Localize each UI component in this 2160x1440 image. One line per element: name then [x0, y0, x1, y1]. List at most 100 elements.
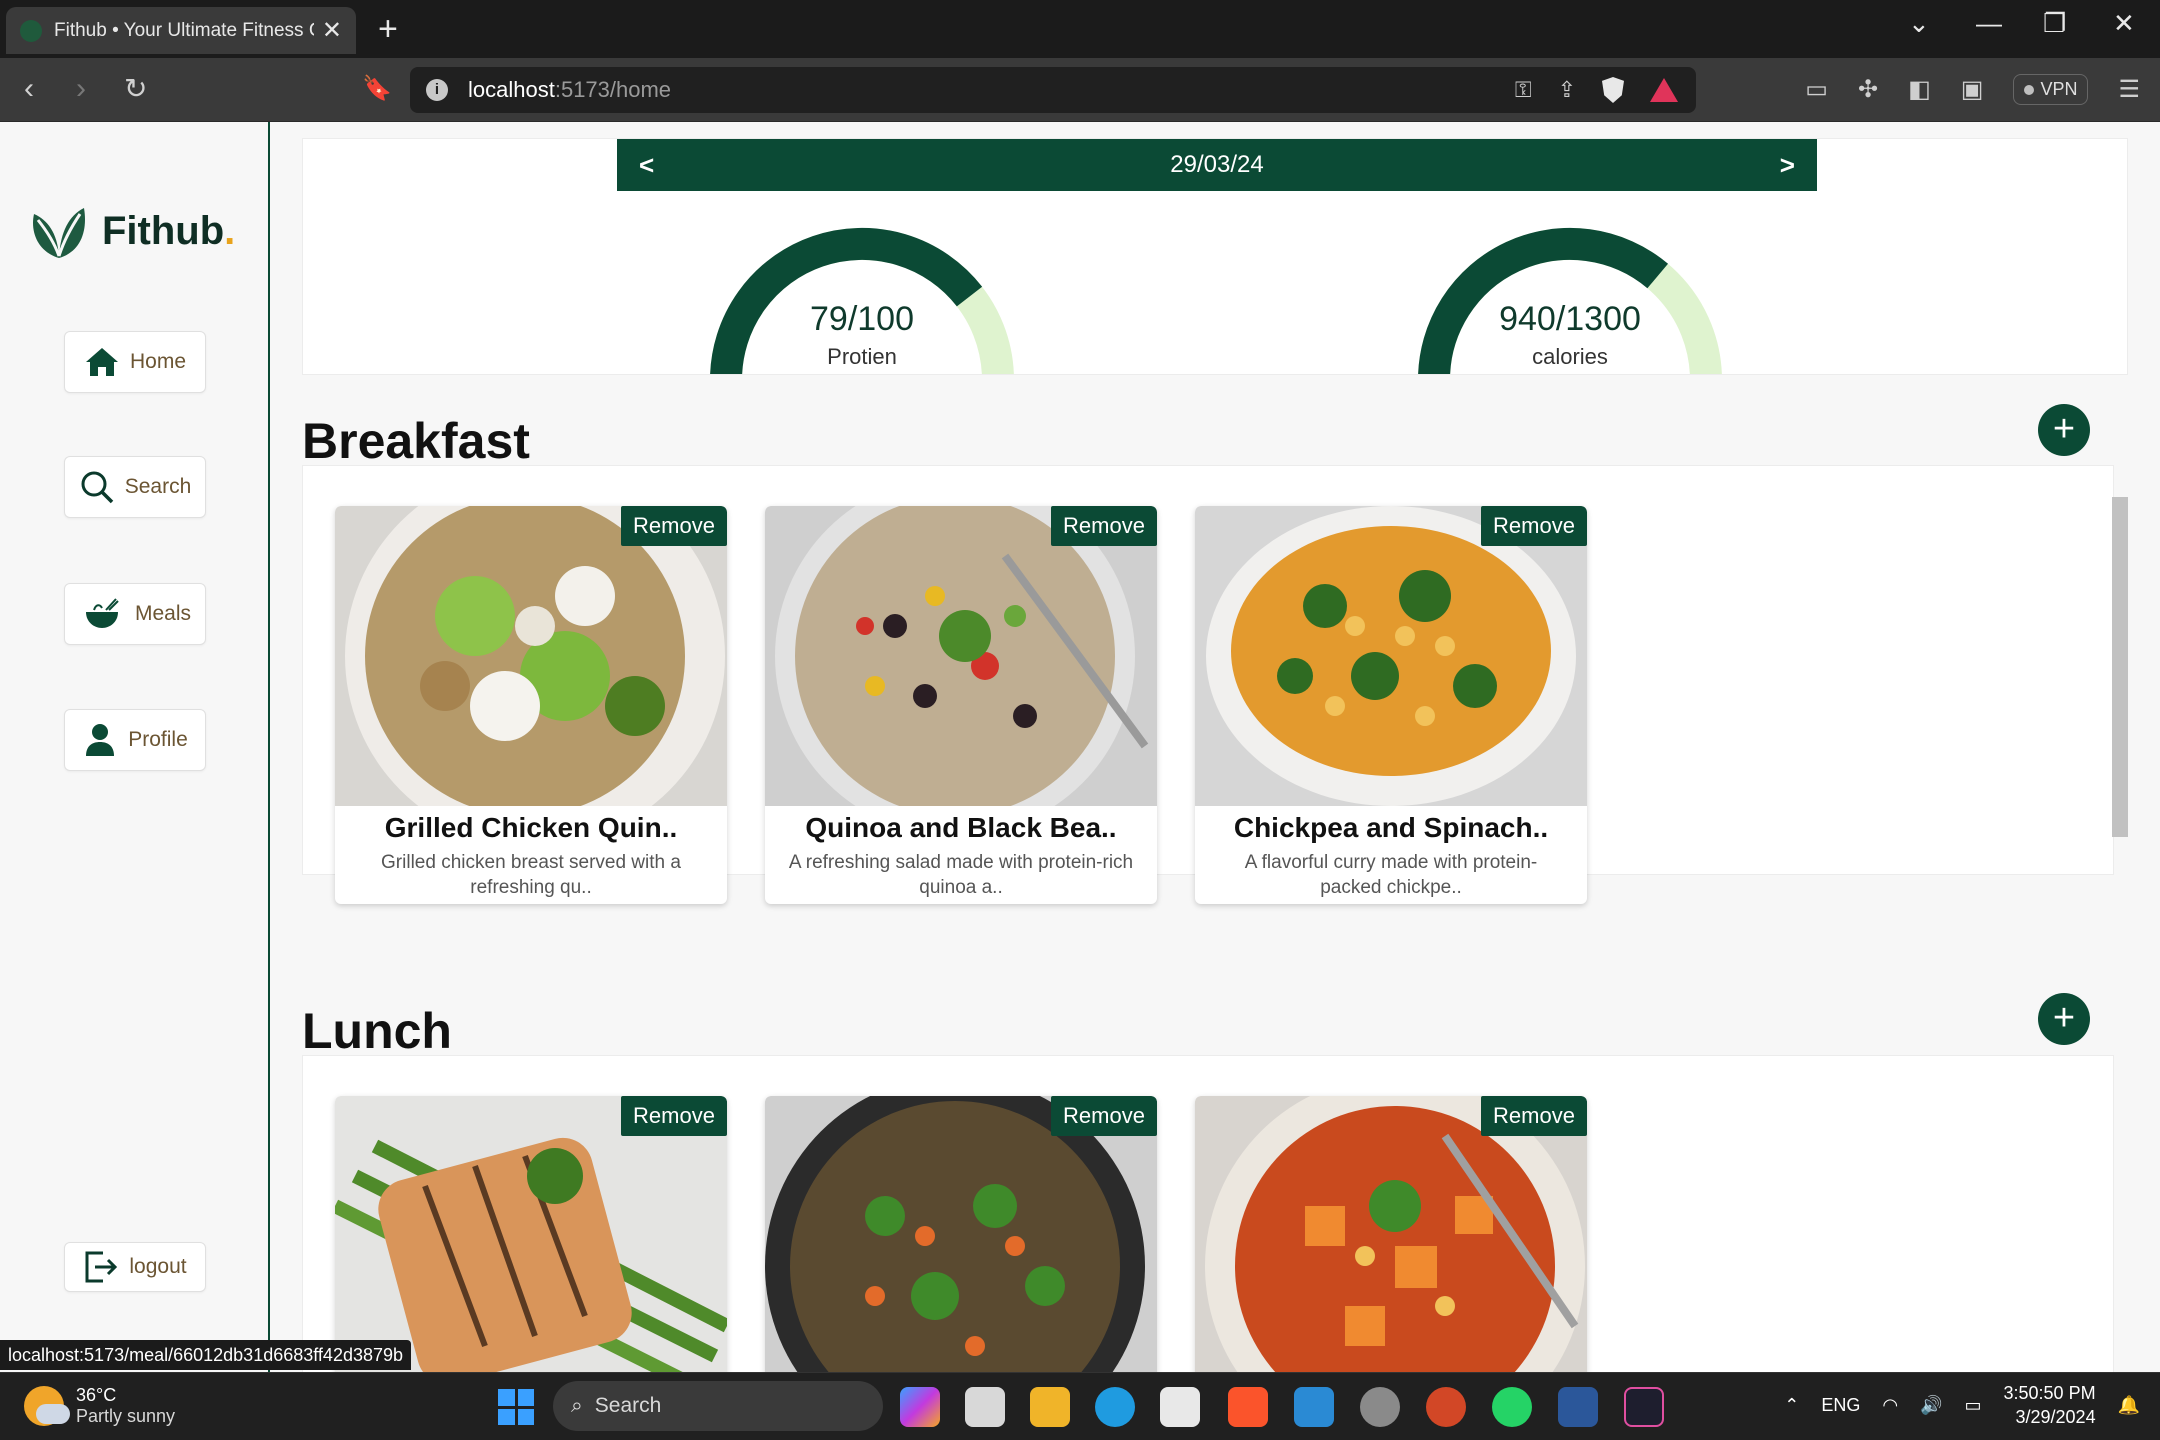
clock[interactable]: 3:50:50 PM 3/29/2024 [2004, 1381, 2096, 1429]
meal-card[interactable]: Remove [765, 1096, 1157, 1372]
taskbar-search[interactable]: ⌕ Search [553, 1381, 883, 1431]
weather-widget[interactable]: 36°C Partly sunny [24, 1385, 175, 1427]
sidebar: Fithub. Home Search Meals Profile logout [0, 122, 270, 1372]
breakfast-title: Breakfast [302, 413, 530, 469]
address-bar[interactable]: i localhost :5173/home ⚿ ⇪ [410, 67, 1696, 113]
menu-icon[interactable]: ☰ [2118, 75, 2140, 104]
prev-date-button[interactable]: < [639, 150, 654, 181]
new-tab-button[interactable]: + [378, 12, 398, 46]
meal-image-lentil-vegetable-skillet: Remove [765, 1096, 1157, 1372]
sidebar-item-label: Search [124, 475, 192, 498]
tab-search-chevron-icon[interactable]: ⌄ [1908, 8, 1930, 39]
vpn-button[interactable]: VPN [2013, 74, 2089, 105]
whatsapp-icon[interactable] [1492, 1387, 1532, 1427]
browser-toolbar: ‹ › ↻ 🔖 i localhost :5173/home ⚿ ⇪ ▭ ✣ ◧… [0, 58, 2160, 122]
home-icon [85, 348, 118, 376]
language-indicator[interactable]: ENG [1821, 1395, 1860, 1416]
sidebar-item-label: Meals [134, 602, 192, 625]
sidebar-item-meals[interactable]: Meals [64, 583, 206, 645]
remove-meal-button[interactable]: Remove [621, 506, 727, 546]
taskbar-search-label: Search [594, 1394, 662, 1417]
minimize-icon[interactable]: — [1976, 8, 2002, 39]
close-tab-icon[interactable]: ✕ [322, 16, 342, 45]
meal-card[interactable]: Remove Grilled Chicken Quin.. Grilled ch… [335, 506, 727, 904]
copilot-icon[interactable] [900, 1387, 940, 1427]
lunch-title: Lunch [302, 1003, 452, 1059]
close-window-icon[interactable]: ✕ [2113, 8, 2135, 39]
meal-image-sweet-potato-chickpea: Remove [1195, 1096, 1587, 1372]
file-explorer-icon[interactable] [1030, 1387, 1070, 1427]
add-lunch-button[interactable]: + [2038, 993, 2090, 1045]
brave-rewards-icon[interactable] [1650, 78, 1678, 102]
key-icon[interactable]: ⚿ [1515, 77, 1532, 103]
remove-meal-button[interactable]: Remove [1051, 506, 1157, 546]
logout-button[interactable]: logout [64, 1242, 206, 1292]
start-button[interactable] [498, 1389, 534, 1425]
browser-tab[interactable]: Fithub • Your Ultimate Fitness Companion… [6, 7, 356, 54]
forward-icon[interactable]: › [76, 72, 86, 106]
meal-image-grilled-chicken-quinoa: Remove [335, 506, 727, 806]
site-info-icon[interactable]: i [426, 79, 448, 101]
main-content: < 29/03/24 > 79/100 Protien 940/1300 cal… [270, 122, 2160, 1372]
sidebar-toggle-icon[interactable]: ◧ [1908, 75, 1931, 104]
meal-card[interactable]: Remove Quinoa and Black Bea.. A refreshi… [765, 506, 1157, 904]
task-view-icon[interactable] [965, 1387, 1005, 1427]
wallet-icon[interactable]: ▣ [1961, 75, 1984, 104]
word-icon[interactable] [1558, 1387, 1598, 1427]
settings-icon[interactable] [1360, 1387, 1400, 1427]
brand-dot: . [224, 208, 236, 253]
battery-icon[interactable]: ▭ [1965, 1395, 1982, 1416]
meal-card[interactable]: Remove Chickpea and Spinach.. A flavorfu… [1195, 506, 1587, 904]
meal-title: Quinoa and Black Bea.. [805, 812, 1117, 843]
notification-bell-icon[interactable]: 🔔 [2118, 1395, 2140, 1416]
breakfast-meals: Remove Grilled Chicken Quin.. Grilled ch… [302, 465, 2114, 904]
calories-label: calories [1532, 344, 1608, 369]
remove-meal-button[interactable]: Remove [1051, 1096, 1157, 1136]
leaf-logo-icon [33, 208, 85, 258]
next-date-button[interactable]: > [1780, 150, 1795, 181]
remove-meal-button[interactable]: Remove [1481, 506, 1587, 546]
weather-description: Partly sunny [76, 1406, 176, 1426]
logout-label: logout [129, 1255, 187, 1278]
meal-image-grilled-salmon: Remove [335, 1096, 727, 1372]
edge-icon[interactable] [1095, 1387, 1135, 1427]
remove-meal-button[interactable]: Remove [621, 1096, 727, 1136]
meal-image-quinoa-black-bean: Remove [765, 506, 1157, 806]
meal-card[interactable]: Remove [335, 1096, 727, 1372]
brave-browser-icon[interactable] [1228, 1387, 1268, 1427]
bookmark-icon[interactable]: 🔖 [362, 72, 392, 106]
sidebar-item-label: Profile [128, 728, 188, 751]
restore-icon[interactable]: ❐ [2043, 8, 2066, 39]
meal-image-chickpea-spinach: Remove [1195, 506, 1587, 806]
sidebar-item-search[interactable]: Search [64, 456, 206, 518]
tab-title: Fithub • Your Ultimate Fitness Companion [54, 19, 314, 41]
sidebar-item-home[interactable]: Home [64, 331, 206, 393]
add-breakfast-button[interactable]: + [2038, 404, 2090, 456]
bowl-icon [85, 598, 119, 628]
volume-icon[interactable]: 🔊 [1920, 1395, 1942, 1416]
back-icon[interactable]: ‹ [24, 72, 34, 106]
share-icon[interactable]: ⇪ [1558, 77, 1576, 103]
page-viewport: Fithub. Home Search Meals Profile logout… [0, 122, 2160, 1372]
vpn-label: VPN [2040, 79, 2078, 99]
page-scrollbar[interactable] [2112, 497, 2128, 837]
brave-shield-icon[interactable] [1602, 77, 1624, 103]
search-icon [81, 471, 113, 504]
reload-icon[interactable]: ↻ [124, 72, 147, 106]
extensions-icon[interactable]: ✣ [1858, 75, 1878, 104]
microsoft-store-icon[interactable] [1160, 1387, 1200, 1427]
sidebar-item-profile[interactable]: Profile [64, 709, 206, 771]
user-icon [86, 724, 115, 756]
url-host: localhost [468, 77, 555, 102]
vpn-status-icon [2024, 84, 2035, 95]
meal-card[interactable]: Remove [1195, 1096, 1587, 1372]
brand-logo[interactable]: Fithub. [28, 202, 235, 260]
vscode-icon[interactable] [1294, 1387, 1334, 1427]
remove-meal-button[interactable]: Remove [1481, 1096, 1587, 1136]
cast-icon[interactable]: ▭ [1805, 75, 1828, 104]
terminal-icon[interactable] [1624, 1387, 1664, 1427]
weather-temperature: 36°C [76, 1385, 117, 1405]
chevron-up-icon[interactable]: ⌃ [1784, 1395, 1799, 1416]
wifi-icon[interactable]: ◠ [1882, 1395, 1898, 1416]
powerpoint-icon[interactable] [1426, 1387, 1466, 1427]
